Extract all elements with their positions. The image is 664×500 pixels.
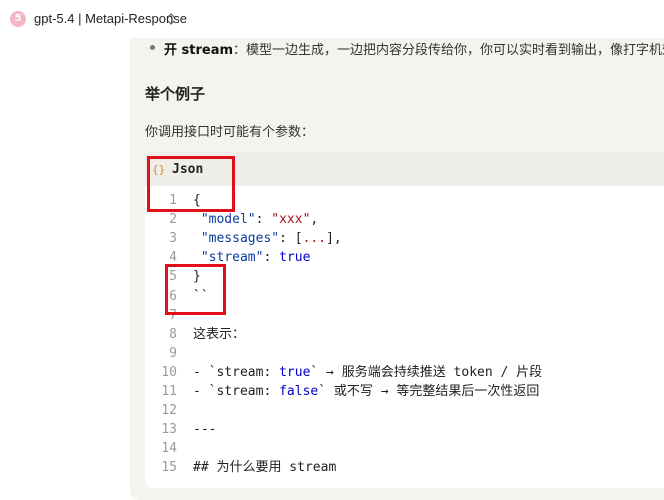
code-key: "model" <box>200 212 256 228</box>
code-punct: , <box>310 212 319 228</box>
app-badge: 5 <box>10 11 26 27</box>
code-string: ... <box>302 231 327 247</box>
line-number: 3 <box>169 231 177 247</box>
code-line: 3 "messages": [...], <box>145 229 664 248</box>
annotation-box-lines <box>165 264 226 315</box>
code-text: 这表示： <box>193 325 245 344</box>
line-number: 10 <box>161 364 177 380</box>
section-heading: 举个例子 <box>145 85 206 103</box>
code-string: "xxx" <box>271 212 311 228</box>
code-boolean: false <box>279 384 319 399</box>
bullet-item: 开 stream：模型一边生成，一边把内容分段传给你，你可以实时看到输出，像打字… <box>164 39 664 58</box>
code-line: 13 --- <box>145 420 664 439</box>
code-line: 2 "model": "xxx", <box>145 210 664 229</box>
code-line: 10 - `stream: true` → 服务端会持续推送 token / 片段 <box>145 363 664 382</box>
code-text: --- <box>193 420 216 439</box>
bullet-rest: ：模型一边生成，一边把内容分段传给你，你可以实时看到输出，像打字机效 <box>233 43 664 58</box>
chevron-updown-icon[interactable] <box>165 10 177 28</box>
code-text: ## 为什么要用 stream <box>193 460 337 476</box>
line-number: 14 <box>161 441 177 457</box>
line-number: 9 <box>169 345 177 361</box>
line-number: 13 <box>161 422 177 438</box>
code-boolean: true <box>279 250 311 266</box>
code-text: ## 为什么要用 stream <box>193 458 336 477</box>
code-line: 12 <box>145 401 664 420</box>
code-boolean: true <box>279 364 311 380</box>
line-number: 11 <box>161 384 177 399</box>
code-line: 9 <box>145 344 664 363</box>
code-text: "messages": [...], <box>193 229 342 248</box>
code-text: 这表示： <box>193 326 246 342</box>
code-text: ` → 服务端会持续推送 token / 片段 <box>310 364 543 380</box>
code-text: - `stream: true` → 服务端会持续推送 token / 片段 <box>193 363 542 382</box>
title-bar: 5 gpt-5.4 | Metapi-Response <box>0 0 664 38</box>
line-number: 12 <box>161 403 177 419</box>
code-key: "messages" <box>200 231 280 247</box>
code-punct: : <box>255 212 272 228</box>
code-punct: [ <box>294 231 303 247</box>
code-text: --- <box>193 422 217 438</box>
code-punct: ], <box>326 231 342 247</box>
line-number: 8 <box>169 326 177 342</box>
code-text: - `stream: <box>193 364 280 380</box>
code-line: 14 <box>145 439 664 458</box>
code-text: "model": "xxx", <box>193 210 318 229</box>
code-line: 11 - `stream: false` 或不写 → 等完整结果后一次性返回 <box>145 382 664 401</box>
line-number: 2 <box>169 212 177 228</box>
code-text: - `stream: false` 或不写 → 等完整结果后一次性返回 <box>193 382 539 401</box>
code-punct: : <box>279 231 295 247</box>
code-text: - `stream: <box>193 384 280 399</box>
code-line: 8 这表示： <box>145 325 664 344</box>
code-punct: : <box>263 250 280 266</box>
intro-paragraph: 你调用接口时可能有个参数： <box>145 125 315 140</box>
annotation-box-header <box>147 156 235 212</box>
code-text: ` 或不写 → 等完整结果后一次性返回 <box>318 384 540 399</box>
bullet-marker <box>150 45 155 50</box>
code-line: 15 ## 为什么要用 stream <box>145 458 664 477</box>
bullet-bold: 开 stream <box>164 43 234 58</box>
line-number: 15 <box>161 460 177 476</box>
